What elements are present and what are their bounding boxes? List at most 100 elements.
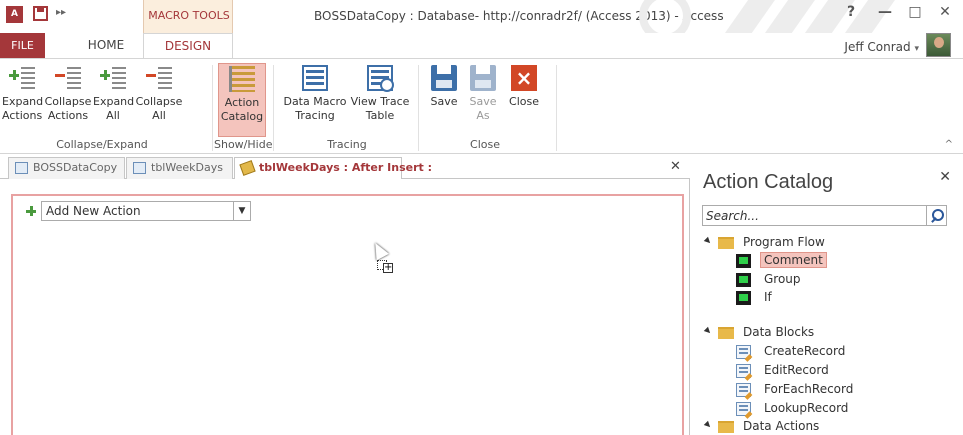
tab-bossdatacopy[interactable]: BOSSDataCopy — [8, 157, 125, 179]
catalog-search-box — [702, 205, 947, 226]
tab-home[interactable]: HOME — [65, 33, 147, 58]
catalog-item-createrecord[interactable]: CreateRecord — [736, 343, 936, 361]
chevron-down-icon[interactable]: ▼ — [233, 202, 250, 220]
macro-tools-contextual-tab: MACRO TOOLS — [143, 0, 233, 33]
database-icon — [15, 162, 28, 174]
tree-group-program-flow[interactable]: Program Flow — [703, 234, 945, 252]
close-macro-icon: × — [511, 65, 537, 91]
user-account[interactable]: Jeff Conrad ▾ — [844, 40, 919, 54]
minimize-button[interactable]: — — [872, 4, 898, 24]
tab-after-insert-macro[interactable]: tblWeekDays : After Insert : — [234, 157, 432, 180]
tab-label: BOSSDataCopy — [33, 161, 118, 174]
ribbon-tab-row: FILE HOME DESIGN — [0, 33, 963, 59]
collapse-triangle-icon[interactable] — [703, 236, 713, 246]
tree-group-label: Program Flow — [743, 235, 825, 249]
user-name: Jeff Conrad — [844, 40, 911, 54]
save-icon — [431, 65, 457, 91]
tree-group-data-actions[interactable]: Data Actions — [703, 418, 945, 435]
restore-button[interactable]: □ — [902, 4, 928, 24]
folder-icon — [718, 327, 734, 339]
title-bar: A ▸▸ MACRO TOOLS BOSSDataCopy : Database… — [0, 0, 963, 33]
access-app-icon[interactable]: A — [6, 6, 23, 23]
expand-actions-icon — [9, 65, 35, 91]
tab-tblweekdays[interactable]: tblWeekDays — [126, 157, 233, 179]
expand-actions-button[interactable]: Expand Actions — [2, 63, 43, 137]
group-label-tracing: Tracing — [327, 138, 367, 151]
record-action-icon — [736, 364, 751, 378]
action-catalog-title: Action Catalog — [703, 171, 834, 193]
data-macro-tracing-icon — [302, 65, 328, 91]
close-catalog-icon[interactable]: ✕ — [939, 169, 951, 185]
data-macro-tracing-button[interactable]: Data Macro Tracing — [282, 63, 348, 137]
document-tab-bar: BOSSDataCopy tblWeekDays tblWeekDays : A… — [0, 157, 690, 180]
ribbon: Expand Actions Collapse Actions Expand A… — [0, 58, 963, 154]
data-macro-icon — [239, 160, 256, 176]
help-button[interactable]: ? — [838, 4, 864, 24]
catalog-item-foreachrecord[interactable]: ForEachRecord — [736, 381, 936, 399]
group-label-collapse-expand: Collapse/Expand — [56, 138, 148, 151]
record-action-icon — [736, 383, 751, 397]
collapse-triangle-icon[interactable] — [703, 326, 713, 336]
collapse-ribbon-icon[interactable]: ^ — [945, 139, 953, 150]
collapse-triangle-icon[interactable] — [703, 420, 713, 430]
close-window-button[interactable]: ✕ — [932, 4, 958, 24]
group-label-close: Close — [470, 138, 500, 151]
view-trace-table-button[interactable]: View Trace Table — [350, 63, 410, 137]
folder-icon — [718, 421, 734, 433]
folder-icon — [718, 237, 734, 249]
chevron-down-icon: ▾ — [914, 44, 919, 54]
add-new-action-value: Add New Action — [46, 204, 141, 218]
search-icon[interactable] — [926, 206, 946, 225]
tab-label: tblWeekDays : After Insert : — [259, 161, 432, 174]
tab-label: tblWeekDays — [151, 161, 223, 174]
collapse-all-button[interactable]: Collapse All — [134, 63, 184, 137]
record-action-icon — [736, 402, 751, 416]
expand-all-button[interactable]: Expand All — [93, 63, 134, 137]
collapse-actions-icon — [55, 65, 81, 91]
catalog-search-input[interactable] — [703, 206, 927, 225]
macro-block — [11, 194, 684, 435]
tab-design[interactable]: DESIGN — [143, 33, 233, 59]
drag-copy-cursor-icon: + — [369, 239, 398, 276]
catalog-item-label: EditRecord — [764, 363, 829, 377]
tree-group-label: Data Actions — [743, 419, 820, 433]
catalog-item-label: Group — [764, 272, 801, 286]
catalog-item-editrecord[interactable]: EditRecord — [736, 362, 936, 380]
expand-all-icon — [100, 65, 126, 91]
add-new-action-dropdown[interactable]: Add New Action ▼ — [41, 201, 251, 221]
collapse-all-icon — [146, 65, 172, 91]
quick-access-save-icon[interactable] — [33, 6, 48, 21]
record-action-icon — [736, 345, 751, 359]
macro-designer[interactable]: Add New Action ▼ — [0, 179, 690, 435]
add-action-plus-icon — [26, 206, 36, 216]
collapse-actions-button[interactable]: Collapse Actions — [44, 63, 92, 137]
close-macro-button[interactable]: × Close — [503, 63, 545, 137]
group-label-show-hide: Show/Hide — [214, 138, 273, 151]
tree-group-data-blocks[interactable]: Data Blocks — [703, 324, 945, 342]
action-catalog-pane: Action Catalog ✕ Program Flow Comment Gr… — [691, 157, 963, 435]
quick-access-more-icon[interactable]: ▸▸ — [56, 7, 66, 18]
if-icon — [736, 291, 751, 305]
save-as-icon — [470, 65, 496, 91]
action-catalog-button[interactable]: Action Catalog — [218, 63, 266, 137]
catalog-item-label: ForEachRecord — [764, 382, 854, 396]
avatar[interactable] — [926, 33, 951, 57]
catalog-item-lookuprecord[interactable]: LookupRecord — [736, 400, 936, 418]
catalog-item-group[interactable]: Group — [736, 271, 936, 289]
catalog-item-label: Comment — [760, 252, 827, 268]
close-document-icon[interactable]: ✕ — [670, 159, 681, 174]
catalog-item-label: If — [764, 290, 772, 304]
group-icon — [736, 273, 751, 287]
tab-file[interactable]: FILE — [0, 33, 45, 58]
catalog-item-if[interactable]: If — [736, 289, 936, 307]
macro-tools-label: MACRO TOOLS — [148, 9, 230, 22]
comment-icon — [736, 254, 751, 268]
catalog-item-label: LookupRecord — [764, 401, 849, 415]
save-as-button[interactable]: Save As — [464, 63, 502, 137]
table-icon — [133, 162, 146, 174]
save-button[interactable]: Save — [425, 63, 463, 137]
view-trace-table-icon — [367, 65, 394, 92]
catalog-item-label: CreateRecord — [764, 344, 846, 358]
tree-group-label: Data Blocks — [743, 325, 815, 339]
catalog-item-comment[interactable]: Comment — [736, 252, 936, 270]
